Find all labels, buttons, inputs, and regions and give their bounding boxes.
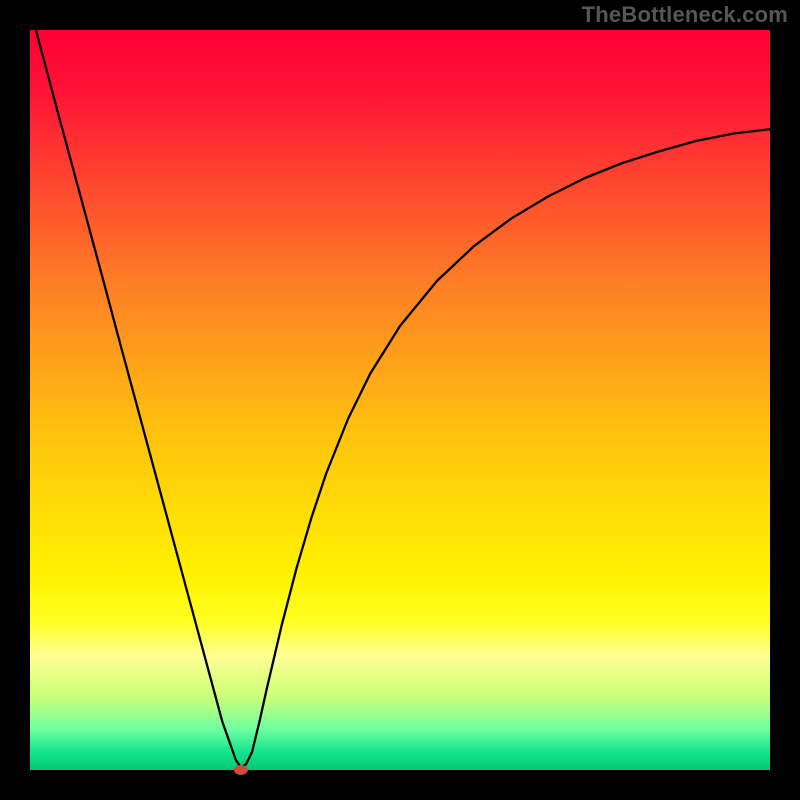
watermark-text: TheBottleneck.com [582, 2, 788, 28]
optimal-point-marker [234, 765, 248, 775]
gradient-background [30, 30, 770, 770]
chart-frame: TheBottleneck.com [0, 0, 800, 800]
chart-svg [0, 0, 800, 800]
